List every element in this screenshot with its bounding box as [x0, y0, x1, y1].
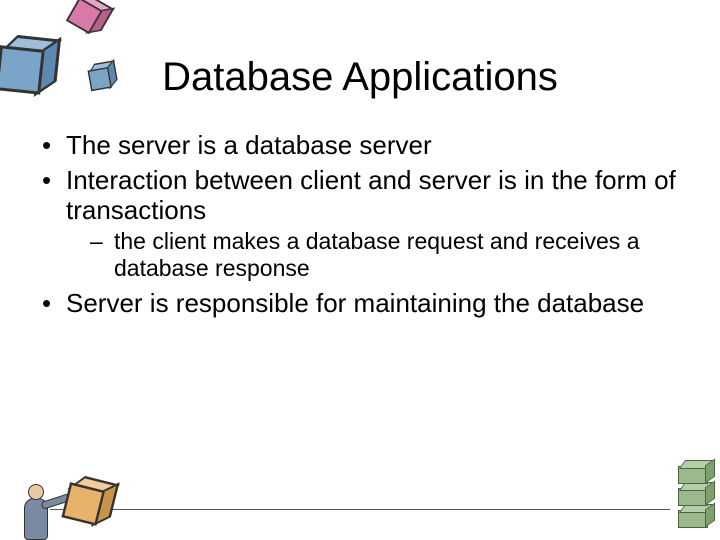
stacked-cube-icon — [678, 488, 708, 506]
sub-bullet-item: the client makes a database request and … — [66, 228, 678, 282]
stacked-cube-icon — [678, 510, 708, 528]
sub-bullet-text: the client makes a database request and … — [114, 228, 640, 281]
slide: Database Applications The server is a da… — [0, 0, 720, 540]
person-icon — [14, 476, 58, 540]
bullet-text: Server is responsible for maintaining th… — [66, 288, 644, 318]
cube-icon — [69, 0, 106, 29]
bullet-text: Interaction between client and server is… — [66, 165, 676, 226]
cube-icon — [63, 475, 107, 519]
bullet-item: Interaction between client and server is… — [38, 165, 678, 283]
bullet-item: The server is a database server — [38, 130, 678, 161]
bullet-text: The server is a database server — [66, 130, 432, 160]
slide-body: The server is a database server Interact… — [38, 130, 678, 323]
stacked-cube-icon — [678, 466, 708, 484]
bullet-item: Server is responsible for maintaining th… — [38, 288, 678, 319]
slide-title: Database Applications — [0, 55, 720, 100]
corner-clipart-bottom-left — [0, 460, 160, 540]
corner-clipart-bottom-right — [668, 460, 716, 530]
